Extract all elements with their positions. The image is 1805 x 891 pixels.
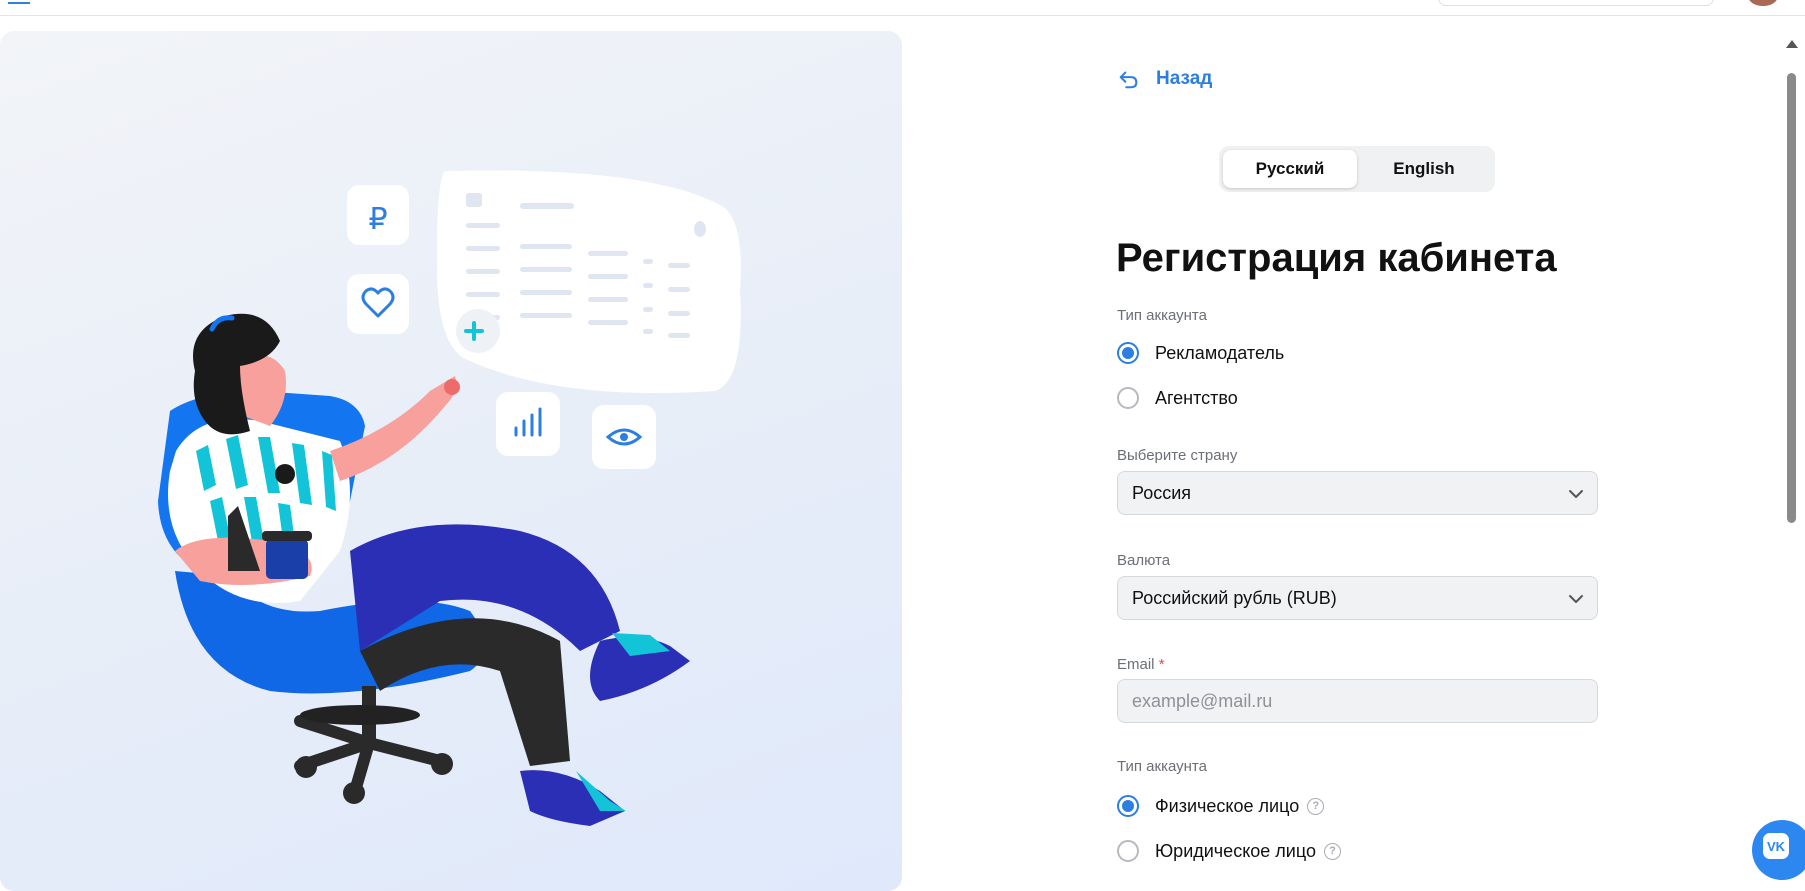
language-option-ru[interactable]: Русский <box>1223 150 1357 188</box>
heart-icon <box>347 274 409 334</box>
help-icon[interactable]: ? <box>1323 842 1341 860</box>
language-switch: Русский English <box>1219 146 1495 192</box>
eye-icon <box>592 405 656 469</box>
email-label-text: Email <box>1117 656 1155 673</box>
radio-advertiser[interactable]: Рекламодатель <box>1117 342 1284 364</box>
scrollbar-thumb[interactable] <box>1787 73 1796 523</box>
radio-button-checked[interactable] <box>1117 342 1139 364</box>
email-field[interactable] <box>1117 679 1598 723</box>
search-input[interactable] <box>1438 0 1714 6</box>
vk-chat-button[interactable]: VK <box>1752 820 1805 880</box>
radio-individual-label: Физическое лицо <box>1155 795 1300 816</box>
account-type-label: Тип аккаунта <box>1117 307 1207 324</box>
email-label: Email * <box>1117 656 1165 673</box>
radio-legal-entity-label: Юридическое лицо <box>1155 840 1316 861</box>
required-mark: * <box>1158 656 1165 673</box>
page-title: Регистрация кабинета <box>1116 236 1557 280</box>
scroll-up-arrow-icon[interactable] <box>1786 40 1798 48</box>
currency-label: Валюта <box>1117 552 1171 569</box>
table-card-illustration <box>436 170 741 393</box>
email-input[interactable] <box>1132 690 1583 712</box>
radio-advertiser-label: Рекламодатель <box>1155 342 1285 363</box>
bar-chart-icon <box>496 392 560 456</box>
avatar[interactable] <box>1748 0 1778 6</box>
back-link[interactable]: Назад <box>1118 68 1212 90</box>
help-icon[interactable]: ? <box>1307 797 1325 815</box>
radio-individual[interactable]: Физическое лицо ? <box>1117 795 1325 817</box>
country-select[interactable]: Россия <box>1117 471 1598 515</box>
legal-type-label: Тип аккаунта <box>1117 758 1207 775</box>
radio-button-checked[interactable] <box>1117 795 1139 817</box>
radio-button[interactable] <box>1117 840 1139 862</box>
ruble-icon: ₽ <box>347 185 409 245</box>
radio-agency-label: Агентство <box>1155 387 1238 408</box>
scrollbar[interactable] <box>1783 38 1799 880</box>
hero-illustration-art: ₽ <box>158 170 741 826</box>
vk-logo-icon: VK <box>1763 833 1789 859</box>
ruble-glyph: ₽ <box>368 202 387 237</box>
hero-illustration: ₽ <box>0 31 902 891</box>
menu-icon[interactable] <box>8 0 30 4</box>
undo-arrow-icon <box>1119 71 1138 89</box>
radio-agency[interactable]: Агентство <box>1117 387 1238 409</box>
radio-button[interactable] <box>1117 387 1139 409</box>
top-bar <box>0 0 1805 16</box>
language-option-en[interactable]: English <box>1357 150 1491 188</box>
country-label: Выберите страну <box>1117 447 1238 464</box>
radio-legal-entity[interactable]: Юридическое лицо ? <box>1117 840 1341 862</box>
chevron-down-icon <box>1569 595 1583 603</box>
currency-value: Российский рубль (RUB) <box>1132 587 1337 608</box>
currency-select[interactable]: Российский рубль (RUB) <box>1117 576 1598 620</box>
back-label: Назад <box>1156 68 1213 89</box>
chevron-down-icon <box>1569 490 1583 498</box>
country-value: Россия <box>1132 482 1192 503</box>
